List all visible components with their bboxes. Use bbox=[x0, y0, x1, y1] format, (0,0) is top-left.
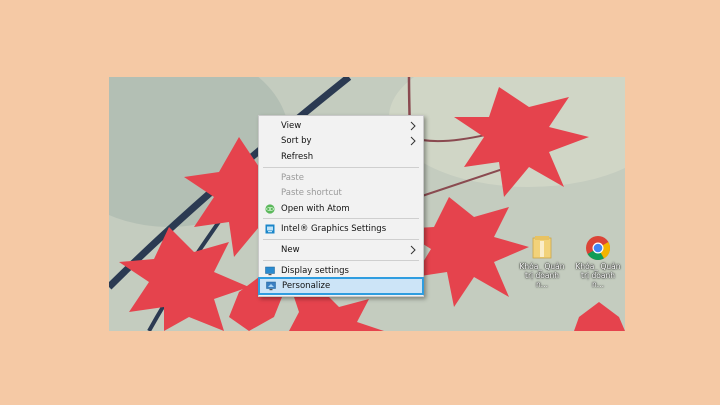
menu-item-new[interactable]: New bbox=[259, 243, 423, 257]
desktop-icon-chrome[interactable]: Khóa_ Quản trị doanh n... bbox=[575, 235, 621, 289]
menu-item-paste-shortcut: Paste shortcut bbox=[259, 186, 423, 200]
menu-item-label: Paste bbox=[281, 173, 304, 183]
menu-separator bbox=[263, 239, 419, 240]
atom-icon bbox=[265, 204, 275, 214]
menu-item-label: Open with Atom bbox=[281, 204, 350, 214]
menu-item-view[interactable]: View bbox=[259, 119, 423, 133]
menu-item-refresh[interactable]: Refresh bbox=[259, 150, 423, 164]
personalize-icon bbox=[266, 281, 276, 291]
chevron-right-icon bbox=[410, 121, 416, 131]
menu-separator bbox=[263, 260, 419, 261]
desktop-icon-caption: trị doanh n... bbox=[525, 271, 559, 289]
intel-graphics-icon bbox=[265, 224, 275, 234]
chevron-right-icon bbox=[410, 136, 416, 146]
chevron-right-icon bbox=[410, 245, 416, 255]
menu-item-personalize[interactable]: Personalize bbox=[258, 277, 424, 295]
menu-item-label: Sort by bbox=[281, 136, 312, 146]
desktop-icon-caption: Khóa_ Quản bbox=[575, 262, 621, 271]
menu-item-open-with-atom[interactable]: Open with Atom bbox=[259, 202, 423, 216]
display-settings-icon bbox=[265, 266, 275, 276]
menu-separator bbox=[263, 218, 419, 219]
menu-item-paste: Paste bbox=[259, 171, 423, 185]
desktop-icon-caption: Khóa_ Quản bbox=[519, 262, 565, 271]
desktop-icon-folder[interactable]: Khóa_ Quản trị doanh n... bbox=[519, 235, 565, 289]
chrome-icon bbox=[586, 236, 610, 261]
menu-item-display-settings[interactable]: Display settings bbox=[259, 264, 423, 278]
menu-item-label: Personalize bbox=[282, 281, 331, 291]
menu-item-label: Display settings bbox=[281, 266, 349, 276]
menu-item-label: New bbox=[281, 245, 300, 255]
menu-item-intel-graphics-settings[interactable]: Intel® Graphics Settings bbox=[259, 222, 423, 236]
menu-item-label: View bbox=[281, 121, 302, 131]
desktop-icon-caption: trị doanh n... bbox=[581, 271, 615, 289]
desktop-context-menu: View Sort by Refresh Paste Paste shortcu… bbox=[258, 115, 424, 297]
menu-item-sort-by[interactable]: Sort by bbox=[259, 134, 423, 148]
menu-item-label: Intel® Graphics Settings bbox=[281, 224, 387, 234]
menu-separator bbox=[263, 167, 419, 168]
menu-item-label: Paste shortcut bbox=[281, 188, 342, 198]
folder-icon bbox=[532, 236, 552, 259]
menu-item-label: Refresh bbox=[281, 152, 314, 162]
